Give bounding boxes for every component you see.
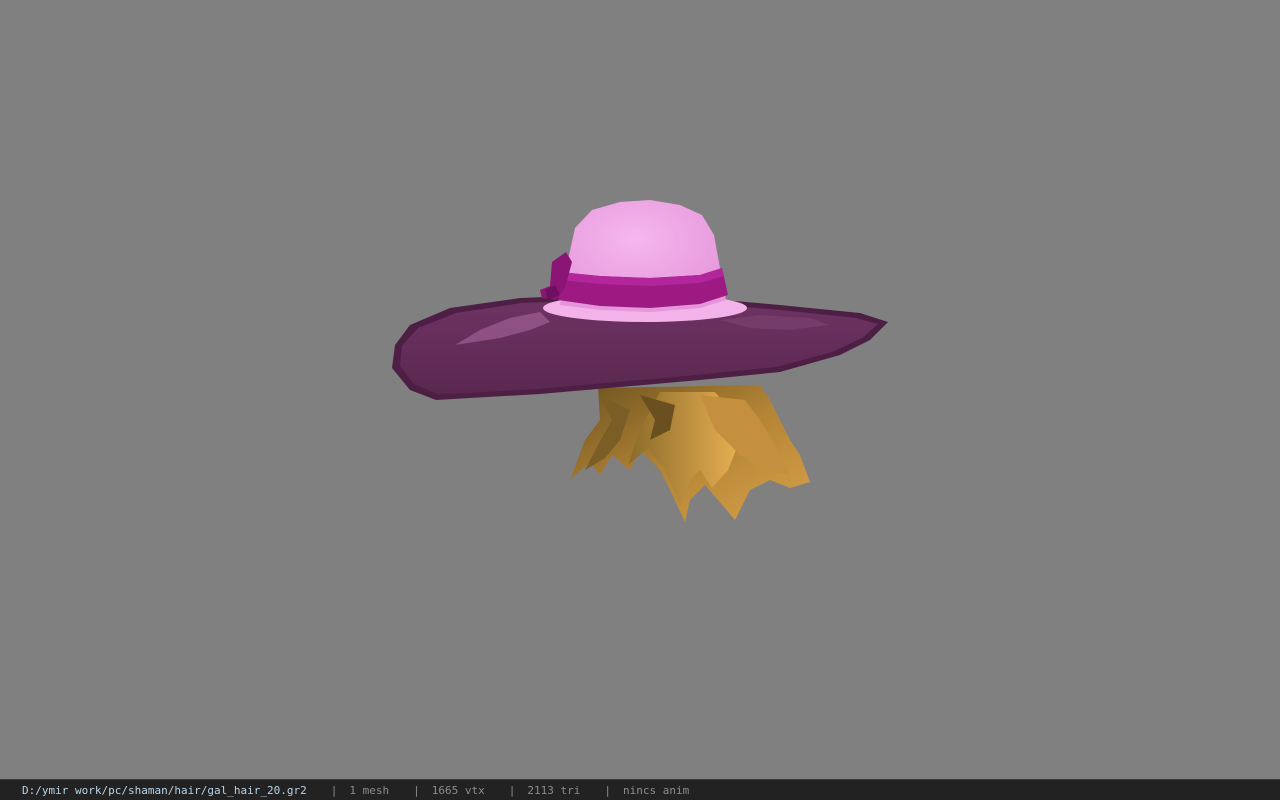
status-separator: | <box>604 783 611 797</box>
status-separator: | <box>508 783 516 797</box>
file-path: D:/ymir work/pc/shaman/hair/gal_hair_20.… <box>22 783 307 797</box>
3d-viewport[interactable] <box>0 0 1280 779</box>
anim-status: nincs anim <box>623 783 690 797</box>
model-render <box>392 200 888 522</box>
triangle-count: 2113 tri <box>527 783 581 797</box>
hair-mesh <box>570 385 810 522</box>
status-separator: | <box>413 783 420 797</box>
mesh-count: 1 mesh <box>349 783 390 797</box>
vertex-count: 1665 vtx <box>431 783 485 797</box>
status-bar: D:/ymir work/pc/shaman/hair/gal_hair_20.… <box>0 779 1280 800</box>
status-separator: | <box>330 783 338 797</box>
hat-crown <box>540 200 728 312</box>
